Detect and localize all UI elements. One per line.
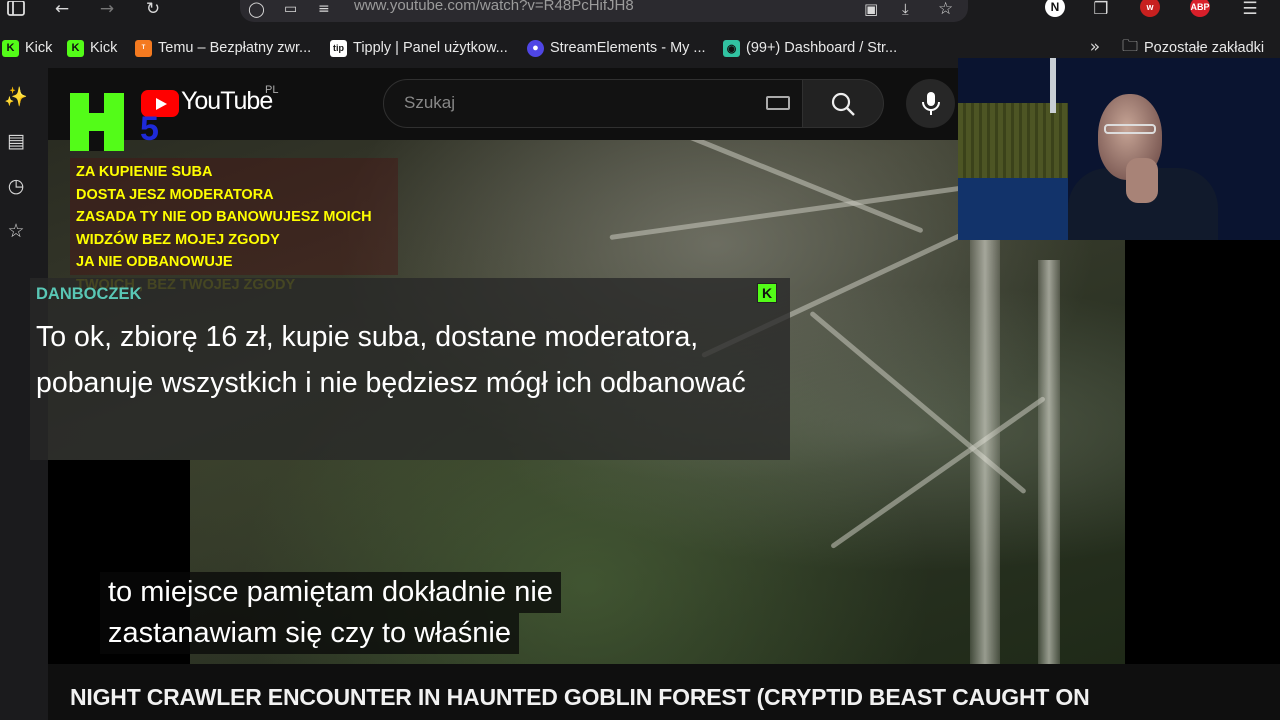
video-tree-trunk <box>1038 260 1060 664</box>
download-icon[interactable]: ⤓ <box>902 0 909 18</box>
webcam-background <box>958 103 1068 183</box>
video-branch <box>609 184 967 241</box>
webcam-person-glasses <box>1104 124 1156 134</box>
screenshot-icon[interactable]: ▣ <box>864 0 878 18</box>
search-placeholder: Szukaj <box>404 93 456 112</box>
temu-icon: T <box>135 39 152 57</box>
region-label: PL <box>265 84 279 96</box>
video-subtitles: to miejsce pamiętam dokładnie nie zastan… <box>100 572 561 654</box>
bookmark-label: (99+) Dashboard / Str... <box>746 40 898 56</box>
extension-w-icon[interactable]: w <box>1140 0 1160 17</box>
rule-line: JA NIE ODBANOWUJE <box>76 254 233 270</box>
webcam-background <box>1050 58 1056 113</box>
search-button[interactable] <box>803 79 884 128</box>
history-icon[interactable]: ◷ <box>4 174 28 198</box>
chat-message-text: To ok, zbiorę 16 zł, kupie suba, dostane… <box>36 321 746 399</box>
more-bookmarks-icon[interactable]: » <box>1084 37 1106 57</box>
shield-icon[interactable]: ◯ <box>248 0 265 18</box>
browser-toolbar: ← → ↻ ◯ ▭ ≡ www.youtube.com/watch?v=R48P… <box>0 0 1280 26</box>
bookmark-label: Temu – Bezpłatny zwr... <box>158 40 312 56</box>
streamlabs-icon: ◉ <box>723 39 740 57</box>
menu-icon[interactable]: ☰ <box>1238 0 1262 19</box>
bookmark-kick-2[interactable]: K Kick <box>67 38 117 58</box>
youtube-logo-text[interactable]: YouTube <box>181 87 273 116</box>
webcam-background <box>958 178 1068 240</box>
webcam-person-hand <box>1126 158 1158 203</box>
tipply-icon: tip <box>330 39 347 57</box>
rule-line: WIDZÓW BEZ MOJEJ ZGODY <box>76 231 280 248</box>
site-settings-icon[interactable]: ≡ <box>318 0 330 18</box>
adblock-plus-icon[interactable]: ABP <box>1190 0 1210 17</box>
bookmark-tipply[interactable]: tip Tipply | Panel użytkow... <box>330 38 508 58</box>
bookmark-label: StreamElements - My ... <box>550 40 706 56</box>
url-text[interactable]: www.youtube.com/watch?v=R48PcHifJH8 <box>354 0 634 14</box>
voice-search-button[interactable] <box>906 79 955 128</box>
subtitle-line: to miejsce pamiętam dokładnie nie <box>100 572 561 613</box>
kick-badge-icon: K <box>757 283 777 303</box>
chat-message-overlay: DANBOCZEK K To ok, zbiorę 16 zł, kupie s… <box>30 278 790 460</box>
microphone-icon <box>921 91 940 115</box>
bookmark-folder-other[interactable]: 🗀 Pozostałe zakładki <box>1122 38 1264 58</box>
bookmark-temu[interactable]: T Temu – Bezpłatny zwr... <box>135 38 311 58</box>
lock-icon: ▭ <box>284 1 298 17</box>
streamelements-icon: ● <box>527 39 544 57</box>
reading-list-icon[interactable]: ▤ <box>4 129 28 153</box>
reload-icon[interactable]: ↻ <box>141 0 165 19</box>
forward-icon[interactable]: → <box>95 0 119 19</box>
back-icon[interactable]: ← <box>50 0 74 19</box>
extensions-icon[interactable]: ❒ <box>1089 0 1113 19</box>
bookmark-streamlabs[interactable]: ◉ (99+) Dashboard / Str... <box>723 38 897 58</box>
bookmark-label: Kick <box>90 40 118 56</box>
kick-icon: K <box>2 39 19 57</box>
ai-sparkle-icon[interactable]: ✨ <box>4 84 28 108</box>
bookmark-streamelements[interactable]: ● StreamElements - My ... <box>527 38 706 58</box>
keyboard-icon[interactable] <box>766 96 790 110</box>
webcam-overlay <box>958 58 1280 240</box>
kick-logo-icon <box>70 93 124 151</box>
rule-line: ZA KUPIENIE SUBA <box>76 164 213 180</box>
favorites-star-icon[interactable]: ☆ <box>4 219 28 243</box>
kick-icon: K <box>67 39 84 57</box>
search-icon <box>831 92 855 116</box>
rule-line: ZASADA TY NIE OD BANOWUJESZ MOICH <box>76 209 372 225</box>
overlay-number: 5 <box>140 110 159 148</box>
sidebar-toggle-icon[interactable] <box>4 0 28 18</box>
extension-n-icon[interactable]: N <box>1045 0 1065 17</box>
search-input[interactable]: Szukaj <box>383 79 803 128</box>
bookmark-label: Kick <box>25 40 53 56</box>
bookmark-label: Tipply | Panel użytkow... <box>353 40 508 56</box>
chat-username: DANBOCZEK <box>36 285 142 303</box>
rule-line: DOSTA JESZ MODERATORA <box>76 186 274 203</box>
video-title: NIGHT CRAWLER ENCOUNTER IN HAUNTED GOBLI… <box>70 684 1090 710</box>
stream-rules-overlay: ZA KUPIENIE SUBA DOSTA JESZ MODERATORA Z… <box>70 158 398 293</box>
subtitle-line: zastanawiam się czy to właśnie <box>100 613 519 654</box>
bookmark-star-icon[interactable]: ☆ <box>938 0 953 19</box>
bookmark-kick-1[interactable]: K Kick <box>2 38 52 58</box>
bookmark-label: Pozostałe zakładki <box>1144 40 1265 56</box>
video-tree-trunk <box>970 240 1000 664</box>
address-bar[interactable]: ◯ ▭ ≡ www.youtube.com/watch?v=R48PcHifJH… <box>240 0 968 22</box>
letterbox-right <box>1125 240 1280 664</box>
